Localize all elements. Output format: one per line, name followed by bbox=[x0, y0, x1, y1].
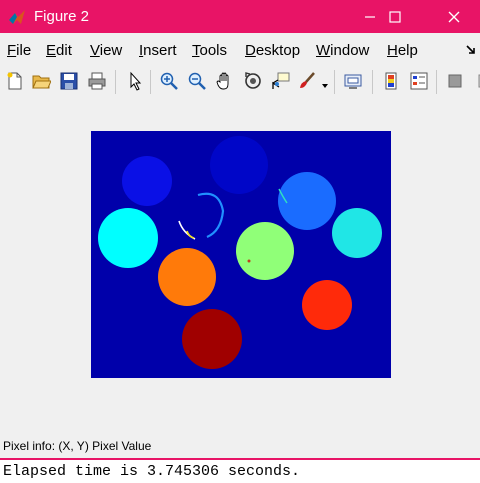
insert-colorbar-icon bbox=[385, 72, 397, 90]
print-figure-button[interactable] bbox=[85, 69, 109, 93]
insert-legend-button[interactable] bbox=[407, 69, 431, 93]
insert-legend-icon bbox=[410, 72, 428, 90]
zoom-in-button[interactable] bbox=[157, 69, 181, 93]
zoom-in-icon bbox=[160, 72, 178, 90]
console-output: Elapsed time is 3.745306 seconds. bbox=[3, 463, 301, 480]
menu-view[interactable]: View bbox=[90, 42, 122, 59]
print-figure-icon bbox=[88, 72, 106, 90]
brush-dropdown-icon[interactable] bbox=[321, 77, 329, 88]
hide-plot-tools-icon bbox=[448, 74, 462, 88]
menu-edit[interactable]: Edit bbox=[46, 42, 72, 59]
figure-toolbar bbox=[0, 66, 480, 98]
blob-2 bbox=[210, 136, 268, 194]
new-figure-icon bbox=[7, 72, 22, 90]
save-figure-icon bbox=[60, 72, 78, 90]
menu-help[interactable]: Help bbox=[387, 42, 418, 59]
edit-plot-arrow-icon bbox=[130, 71, 142, 91]
close-icon bbox=[448, 11, 460, 22]
blob-spot bbox=[247, 259, 251, 263]
edit-plot-button[interactable] bbox=[123, 69, 147, 93]
new-figure-button[interactable] bbox=[3, 69, 27, 93]
maximize-button[interactable] bbox=[373, 0, 417, 33]
window-title: Figure 2 bbox=[34, 8, 90, 25]
pixel-info-label: Pixel info: (X, Y) Pixel Value bbox=[3, 439, 152, 453]
blob-8 bbox=[302, 280, 352, 330]
hide-plot-tools-button[interactable] bbox=[443, 69, 467, 93]
blob-4 bbox=[98, 208, 158, 268]
dock-arrow-icon[interactable] bbox=[466, 43, 478, 55]
maximize-icon bbox=[389, 10, 401, 23]
menu-bar: File Edit View Insert Tools Desktop Wind… bbox=[0, 38, 480, 62]
blob-1 bbox=[122, 156, 172, 206]
data-cursor-icon bbox=[272, 72, 290, 89]
brush-button[interactable] bbox=[295, 69, 319, 93]
blob-5 bbox=[332, 208, 382, 258]
title-bar: Figure 2 bbox=[0, 0, 480, 33]
rotate-3d-icon bbox=[245, 72, 261, 89]
pan-button[interactable] bbox=[213, 69, 237, 93]
menu-window[interactable]: Window bbox=[316, 42, 369, 59]
blob-6 bbox=[236, 222, 294, 280]
brush-icon bbox=[300, 72, 315, 88]
pan-hand-icon bbox=[216, 72, 229, 90]
link-plot-icon bbox=[344, 74, 362, 89]
labeled-image[interactable] bbox=[91, 131, 391, 378]
rotate-3d-button[interactable] bbox=[241, 69, 265, 93]
open-file-icon bbox=[32, 75, 51, 89]
open-file-button[interactable] bbox=[29, 69, 53, 93]
blob-7 bbox=[158, 248, 216, 306]
show-plot-tools-button[interactable] bbox=[470, 69, 480, 93]
blob-9 bbox=[182, 309, 242, 369]
matlab-logo-icon bbox=[8, 8, 26, 26]
data-cursor-button[interactable] bbox=[268, 69, 292, 93]
save-figure-button[interactable] bbox=[57, 69, 81, 93]
blob-3 bbox=[278, 172, 336, 230]
link-plot-button[interactable] bbox=[341, 69, 365, 93]
insert-colorbar-button[interactable] bbox=[379, 69, 403, 93]
zoom-out-button[interactable] bbox=[185, 69, 209, 93]
zoom-out-icon bbox=[188, 72, 206, 90]
menu-desktop[interactable]: Desktop bbox=[245, 42, 300, 59]
close-button[interactable] bbox=[432, 0, 476, 33]
menu-file[interactable]: File bbox=[7, 42, 31, 59]
menu-tools[interactable]: Tools bbox=[192, 42, 227, 59]
menu-insert[interactable]: Insert bbox=[139, 42, 177, 59]
